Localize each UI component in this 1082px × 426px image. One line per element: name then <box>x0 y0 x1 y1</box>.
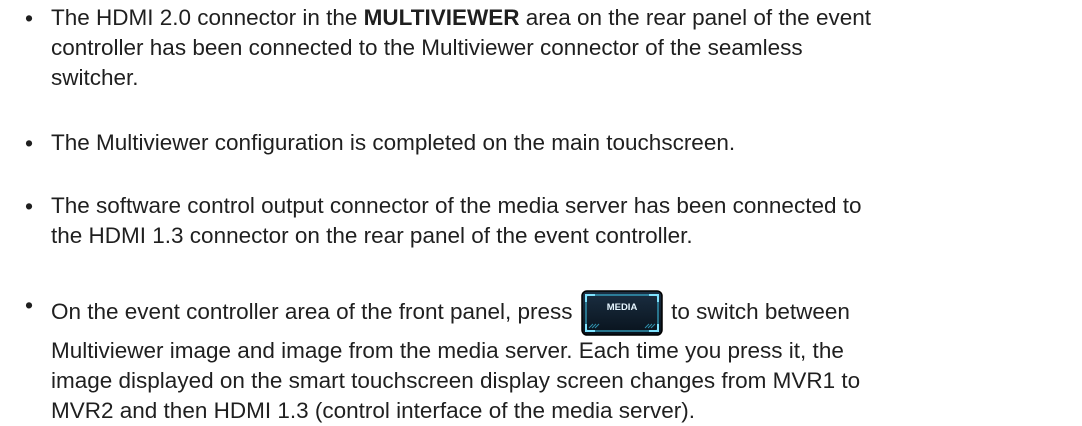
text-line: The software control output connector of… <box>51 193 862 218</box>
list-item-text: The software control output connector of… <box>51 191 1071 251</box>
media-button-icon: MEDIA <box>581 290 663 336</box>
text-span: to switch between <box>664 299 850 324</box>
text-span: On the event controller area of the fron… <box>51 299 579 324</box>
bullet-marker: • <box>25 292 34 318</box>
media-button-label: MEDIA <box>607 302 638 313</box>
list-item-text: The Multiviewer configuration is complet… <box>51 128 1071 158</box>
list-item-text: The HDMI 2.0 connector in the MULTIVIEWE… <box>51 3 1071 93</box>
text-line: The Multiviewer configuration is complet… <box>51 130 736 155</box>
text-line: MVR2 and then HDMI 1.3 (control interfac… <box>51 398 696 423</box>
text-line: switcher. <box>51 65 139 90</box>
text-span: area on the rear panel of the event <box>519 5 871 30</box>
text-line: controller has been connected to the Mul… <box>51 35 803 60</box>
text-line: The HDMI 2.0 connector in the MULTIVIEWE… <box>51 3 1071 33</box>
text-line: the HDMI 1.3 connector on the rear panel… <box>51 223 693 248</box>
bold-term: MULTIVIEWER <box>363 5 520 30</box>
text-span: The HDMI 2.0 connector in the <box>51 5 364 30</box>
document-page: • The HDMI 2.0 connector in the MULTIVIE… <box>0 0 1082 424</box>
text-line: Multiviewer image and image from the med… <box>51 338 844 363</box>
text-line: image displayed on the smart touchscreen… <box>51 368 861 393</box>
bullet-marker: • <box>25 5 34 31</box>
text-line: On the event controller area of the fron… <box>51 290 1071 336</box>
bullet-marker: • <box>25 193 34 219</box>
list-item-text: On the event controller area of the fron… <box>51 290 1071 426</box>
bullet-marker: • <box>25 130 34 156</box>
